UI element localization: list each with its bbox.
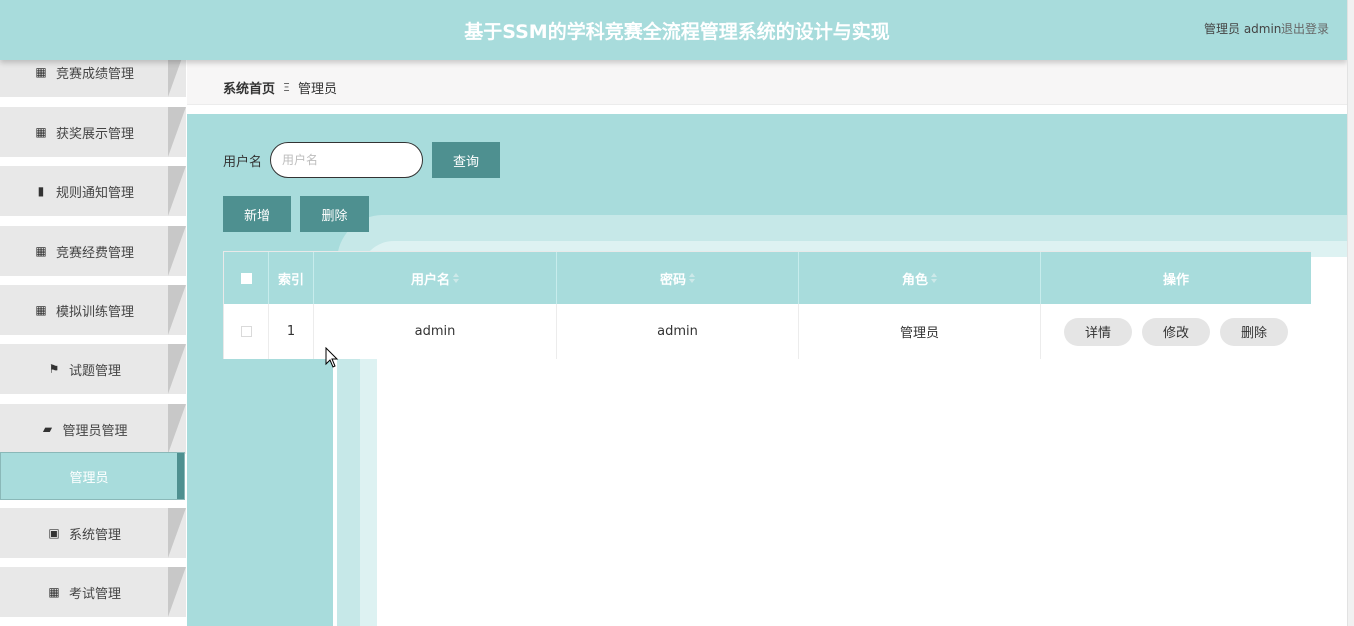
cell-index: 1: [269, 304, 314, 359]
admin-table: 索引 用户名 密码 角色 操作 1 admin admin 管理员 详情 修改 …: [223, 251, 1311, 359]
app-title: 基于SSM的学科竞赛全流程管理系统的设计与实现: [464, 20, 890, 43]
current-user: 管理员 admin: [1204, 22, 1282, 36]
sidebar-item-label: 竞赛经费管理: [55, 245, 134, 261]
edit-button[interactable]: 修改: [1142, 317, 1210, 346]
ticket-icon: ▰: [42, 422, 53, 436]
row-delete-button[interactable]: 删除: [1220, 317, 1288, 346]
select-all-checkbox[interactable]: [240, 272, 252, 284]
column-header-actions: 操作: [1162, 272, 1189, 288]
cell-actions: 详情 修改 删除: [1041, 304, 1311, 359]
sidebar-item-questions[interactable]: ⚑ 试题管理: [0, 344, 187, 394]
grid-icon: ▦: [35, 125, 47, 139]
sidebar-item-label: 管理员管理: [62, 423, 128, 439]
sidebar-item-label: 系统管理: [68, 527, 121, 543]
sidebar-item-label: 模拟训练管理: [55, 304, 134, 320]
column-header-username-label: 用户名: [410, 272, 450, 288]
breadcrumb-current: 管理员: [297, 82, 337, 97]
sidebar-item-funding[interactable]: ▦ 竞赛经费管理: [0, 226, 187, 276]
cell-role: 管理员: [799, 304, 1041, 359]
mouse-cursor-icon: [325, 347, 339, 368]
detail-button[interactable]: 详情: [1064, 317, 1132, 346]
grid-icon: ▦: [35, 65, 47, 79]
vertical-scrollbar[interactable]: [1347, 0, 1354, 626]
table-header: 索引 用户名 密码 角色 操作: [224, 252, 1311, 304]
search-input[interactable]: [270, 142, 423, 178]
bar-chart-icon: ▮: [37, 184, 45, 198]
flag-icon: ⚑: [48, 362, 60, 376]
sidebar-item-rules-notices[interactable]: ▮ 规则通知管理: [0, 166, 187, 216]
add-button[interactable]: 新增: [223, 196, 291, 232]
cell-password: admin: [557, 304, 799, 359]
clipboard-icon: ▣: [48, 526, 60, 540]
sort-icon[interactable]: [931, 273, 937, 283]
batch-delete-button[interactable]: 删除: [300, 196, 369, 232]
column-header-role-label: 角色: [901, 272, 928, 288]
sort-icon[interactable]: [453, 273, 459, 283]
column-header-password-label: 密码: [659, 272, 686, 288]
cell-username: admin: [314, 304, 557, 359]
column-header-index: 索引: [269, 252, 314, 304]
sidebar-subitem-admin[interactable]: 管理员: [0, 452, 185, 500]
sidebar-item-exams[interactable]: ▦ 考试管理: [0, 567, 187, 617]
sidebar-item-system[interactable]: ▣ 系统管理: [0, 508, 187, 558]
sidebar-item-awards[interactable]: ▦ 获奖展示管理: [0, 107, 187, 157]
sidebar-item-label: 考试管理: [68, 586, 121, 602]
sidebar-item-label: 规则通知管理: [55, 185, 134, 201]
search-label: 用户名: [223, 155, 263, 170]
active-indicator: [177, 453, 184, 499]
column-header-role[interactable]: 角色: [799, 252, 1041, 304]
breadcrumb-bar: 系统首页 Ξ 管理员: [187, 60, 1347, 105]
sidebar-item-label: 试题管理: [68, 363, 121, 379]
query-button[interactable]: 查询: [432, 142, 500, 178]
logout-link[interactable]: 退出登录: [1281, 20, 1329, 37]
grid-icon: ▦: [35, 244, 47, 258]
sidebar: ▦ 竞赛成绩管理 ▦ 获奖展示管理 ▮ 规则通知管理 ▦ 竞赛经费管理 ▦ 模拟训练管理 …: [0, 47, 187, 626]
top-header: 基于SSM的学科竞赛全流程管理系统的设计与实现 管理员 admin 退出登录: [0, 0, 1347, 60]
grid-icon: ▦: [48, 585, 60, 599]
table-row: 1 admin admin 管理员 详情 修改 删除: [224, 304, 1311, 359]
header-select-all[interactable]: [224, 252, 269, 304]
sidebar-subitem-label: 管理员: [69, 470, 109, 486]
row-checkbox[interactable]: [240, 326, 252, 337]
sidebar-item-admin-management[interactable]: ▰ 管理员管理: [0, 404, 187, 454]
column-header-username[interactable]: 用户名: [314, 252, 557, 304]
sidebar-item-label: 获奖展示管理: [55, 126, 134, 142]
grid-icon: ▦: [35, 303, 47, 317]
sidebar-item-label: 竞赛成绩管理: [55, 66, 134, 82]
column-header-password[interactable]: 密码: [557, 252, 799, 304]
sort-icon[interactable]: [689, 273, 695, 283]
row-select-cell[interactable]: [224, 304, 269, 359]
breadcrumb: 系统首页 Ξ 管理员: [223, 78, 337, 97]
breadcrumb-separator-icon: Ξ: [283, 81, 290, 94]
sidebar-item-training[interactable]: ▦ 模拟训练管理: [0, 285, 187, 335]
breadcrumb-home[interactable]: 系统首页: [223, 78, 275, 97]
